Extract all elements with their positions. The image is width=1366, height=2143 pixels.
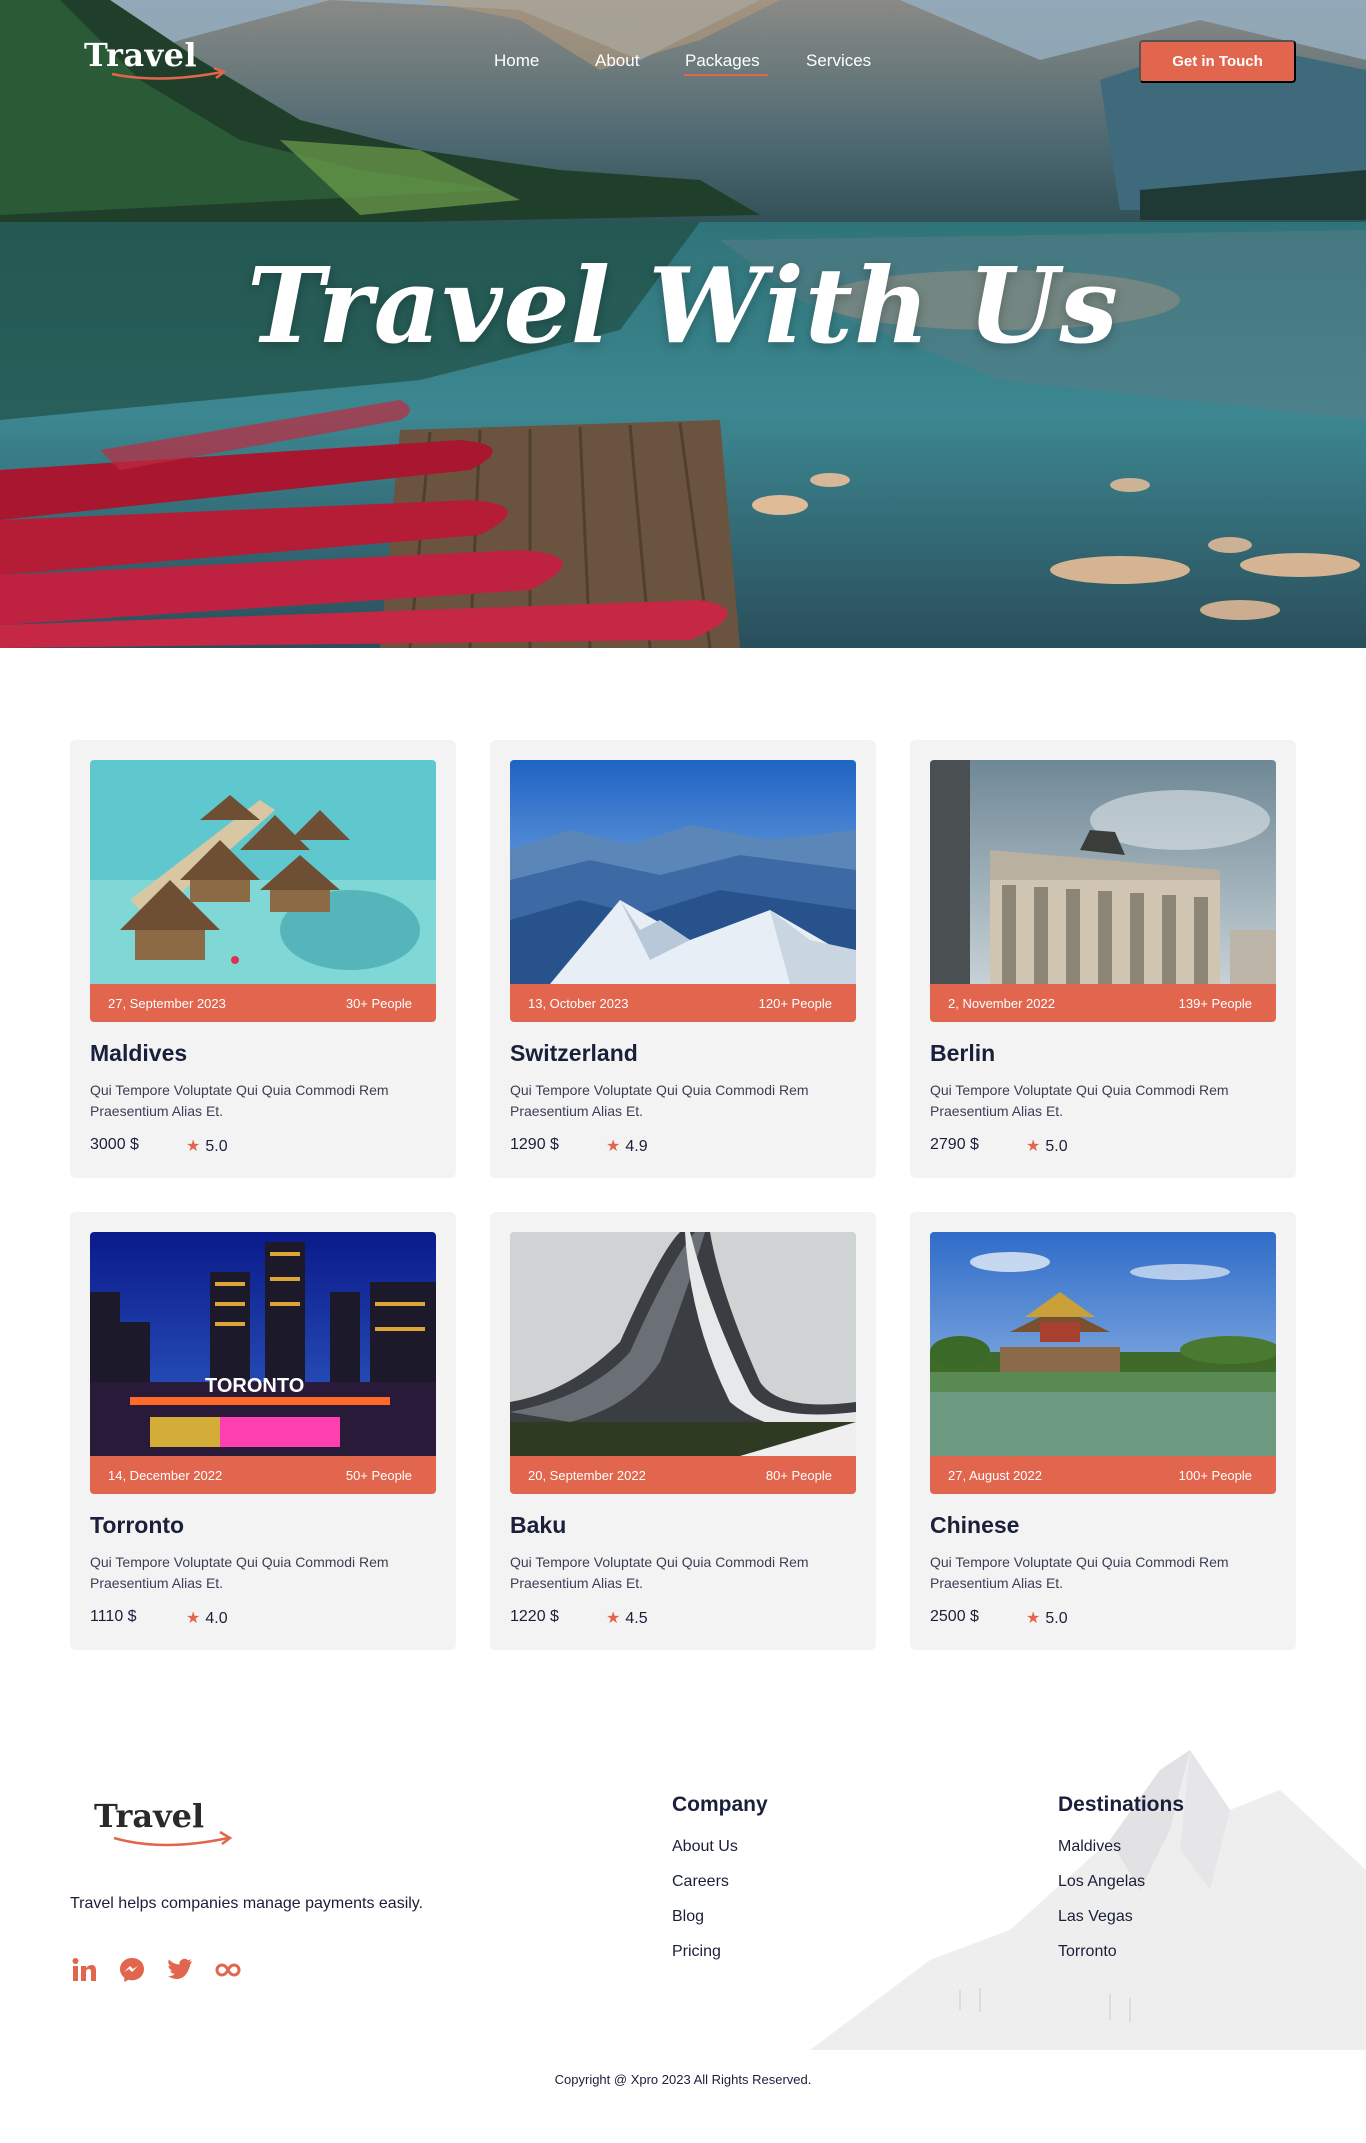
package-people: 139+ People [1178,995,1252,1011]
logo-swoosh-icon [111,66,227,80]
footer-company-heading: Company [672,1793,768,1816]
package-rating: ★ 4.0 [186,1608,228,1628]
package-description: Qui Tempore Voluptate Qui Quia Commodi R… [90,1082,389,1119]
linkedin-icon[interactable] [70,1956,98,1984]
package-title[interactable]: Switzerland [510,1040,638,1067]
package-title[interactable]: Berlin [930,1040,995,1067]
star-icon: ★ [606,1138,621,1155]
package-card-berlin[interactable]: 2, November 2022 139+ People Berlin Qui … [910,740,1296,1178]
star-icon: ★ [186,1610,201,1627]
package-description: Qui Tempore Voluptate Qui Quia Commodi R… [930,1554,1229,1591]
package-meta-bar: 27, August 2022 100+ People [930,1456,1276,1494]
package-title[interactable]: Chinese [930,1512,1019,1539]
package-meta-bar: 14, December 2022 50+ People [90,1456,436,1494]
rating-value: 4.0 [205,1610,228,1627]
package-people: 80+ People [765,1467,832,1483]
package-description: Qui Tempore Voluptate Qui Quia Commodi R… [510,1554,809,1591]
package-price: 1290 $ [510,1136,559,1153]
package-date: 20, September 2022 [528,1467,646,1483]
rating-value: 5.0 [1045,1610,1068,1627]
package-meta-bar: 13, October 2023 120+ People [510,984,856,1022]
package-price: 1110 $ [90,1608,137,1625]
package-rating: ★ 5.0 [186,1136,228,1156]
package-card-switzerland[interactable]: 13, October 2023 120+ People Switzerland… [490,740,876,1178]
package-title[interactable]: Torronto [90,1512,184,1539]
package-image-chinese [930,1232,1276,1456]
package-date: 14, December 2022 [108,1467,223,1483]
footer-tagline: Travel helps companies manage payments e… [70,1895,424,1912]
rating-value: 5.0 [205,1138,228,1155]
package-image-switzerland [510,760,856,984]
active-nav-indicator [684,74,768,76]
package-card-chinese[interactable]: 27, August 2022 100+ People Chinese Qui … [910,1212,1296,1650]
package-price: 2500 $ [930,1608,979,1625]
rating-value: 5.0 [1045,1138,1068,1155]
package-price: 3000 $ [90,1136,139,1153]
star-icon: ★ [606,1610,621,1627]
package-description: Qui Tempore Voluptate Qui Quia Commodi R… [510,1082,809,1119]
toronto-sign: TORONTO [205,1375,304,1397]
footer-logo-swoosh-icon [113,1830,233,1847]
rating-value: 4.5 [625,1610,648,1627]
package-meta-bar: 27, September 2023 30+ People [90,984,436,1022]
package-rating: ★ 4.9 [606,1136,648,1156]
package-meta-bar: 20, September 2022 80+ People [510,1456,856,1494]
package-description: Qui Tempore Voluptate Qui Quia Commodi R… [930,1082,1229,1119]
package-price: 1220 $ [510,1608,559,1625]
footer-link-las-vegas[interactable]: Las Vegas [1058,1908,1133,1926]
star-icon: ★ [1026,1138,1041,1155]
package-card-torronto[interactable]: TORONTO 14, December 2022 50+ People Tor… [70,1212,456,1650]
package-meta-bar: 2, November 2022 139+ People [930,984,1276,1022]
top-navigation: Travel Home About Packages Services Get … [0,0,1366,120]
footer-link-torronto[interactable]: Torronto [1058,1943,1117,1961]
package-image-berlin [930,760,1276,984]
package-people: 30+ People [345,995,412,1011]
footer-link-blog[interactable]: Blog [672,1908,704,1926]
package-date: 27, August 2022 [948,1467,1042,1483]
get-in-touch-button[interactable]: Get in Touch [1139,40,1296,83]
footer-link-maldives[interactable]: Maldives [1058,1838,1121,1856]
hero-title: Travel With Us [247,244,1119,367]
package-people: 100+ People [1178,1467,1252,1483]
package-people: 120+ People [758,995,832,1011]
hero-banner: Travel Home About Packages Services Get … [0,0,1366,648]
package-card-baku[interactable]: 20, September 2022 80+ People Baku Qui T… [490,1212,876,1650]
package-rating: ★ 5.0 [1026,1608,1068,1628]
package-title[interactable]: Baku [510,1512,566,1539]
star-icon: ★ [1026,1610,1041,1627]
footer-destinations-heading: Destinations [1058,1793,1185,1816]
package-rating: ★ 4.5 [606,1608,648,1628]
copyright-text: Copyright @ Xpro 2023 All Rights Reserve… [554,2072,812,2087]
package-image-baku [510,1232,856,1456]
package-price: 2790 $ [930,1136,979,1153]
star-icon: ★ [186,1138,201,1155]
package-image-torronto: TORONTO [90,1232,436,1456]
package-card-maldives[interactable]: 27, September 2023 30+ People Maldives Q… [70,740,456,1178]
footer-link-careers[interactable]: Careers [672,1873,729,1891]
package-date: 2, November 2022 [948,995,1055,1011]
nav-packages[interactable]: Packages [685,51,760,71]
infinity-icon[interactable] [214,1956,242,1984]
package-date: 13, October 2023 [528,995,629,1011]
nav-home[interactable]: Home [494,51,539,71]
footer-link-los-angelas[interactable]: Los Angelas [1058,1873,1145,1891]
package-description: Qui Tempore Voluptate Qui Quia Commodi R… [90,1554,389,1591]
twitter-icon[interactable] [166,1956,194,1984]
package-date: 27, September 2023 [108,995,226,1011]
footer-link-pricing[interactable]: Pricing [672,1943,721,1961]
package-rating: ★ 5.0 [1026,1136,1068,1156]
messenger-icon[interactable] [118,1956,146,1984]
rating-value: 4.9 [625,1138,648,1155]
package-title[interactable]: Maldives [90,1040,187,1067]
package-people: 50+ People [345,1467,412,1483]
nav-services[interactable]: Services [806,51,871,71]
footer-link-about-us[interactable]: About Us [672,1838,738,1856]
nav-about[interactable]: About [595,51,639,71]
package-image-maldives [90,760,436,984]
